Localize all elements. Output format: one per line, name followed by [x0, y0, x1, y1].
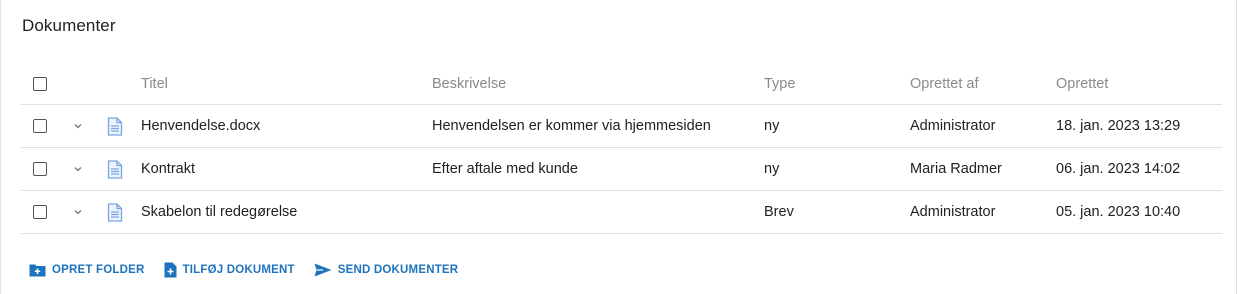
- row-title[interactable]: Kontrakt: [141, 148, 195, 190]
- chevron-down-icon[interactable]: [73, 148, 83, 190]
- row-created-by: Maria Radmer: [910, 161, 1002, 177]
- add-folder-icon: [29, 264, 46, 277]
- send-icon: [314, 263, 332, 277]
- row-description: Efter aftale med kunde: [432, 161, 578, 177]
- row-created: 06. jan. 2023 14:02: [1056, 161, 1181, 177]
- column-header-type[interactable]: Type: [764, 63, 795, 104]
- row-checkbox[interactable]: [33, 119, 47, 133]
- documents-panel: Dokumenter Titel Beskrivelse Type Oprett…: [0, 0, 1237, 294]
- row-title[interactable]: Skabelon til redegørelse: [141, 191, 297, 233]
- create-folder-button[interactable]: OPRET FOLDER: [29, 263, 145, 277]
- add-document-button[interactable]: TILFØJ DOKUMENT: [164, 262, 295, 278]
- column-header-description[interactable]: Beskrivelse: [432, 63, 506, 104]
- table-header: Titel Beskrivelse Type Oprettet af Opret…: [21, 63, 1222, 105]
- row-checkbox[interactable]: [33, 162, 47, 176]
- row-type: ny: [764, 118, 780, 134]
- column-header-created[interactable]: Oprettet: [1056, 63, 1108, 104]
- row-title[interactable]: Henvendelse.docx: [141, 105, 260, 147]
- add-document-icon: [164, 262, 176, 278]
- document-icon: [107, 105, 123, 147]
- row-created: 05. jan. 2023 10:40: [1056, 204, 1181, 220]
- create-folder-label: OPRET FOLDER: [52, 264, 145, 276]
- documents-table: Titel Beskrivelse Type Oprettet af Opret…: [21, 63, 1222, 234]
- document-icon: [107, 148, 123, 190]
- column-header-created-by[interactable]: Oprettet af: [910, 63, 979, 104]
- table-row[interactable]: Henvendelse.docx Henvendelsen er kommer …: [21, 105, 1222, 148]
- row-created: 18. jan. 2023 13:29: [1056, 118, 1181, 134]
- column-header-title[interactable]: Titel: [141, 63, 168, 104]
- row-type: Brev: [764, 204, 794, 220]
- chevron-down-icon[interactable]: [73, 105, 83, 147]
- table-row[interactable]: Skabelon til redegørelse Brev Administra…: [21, 191, 1222, 234]
- row-created-by: Administrator: [910, 118, 996, 134]
- row-type: ny: [764, 161, 780, 177]
- add-document-label: TILFØJ DOKUMENT: [182, 264, 295, 276]
- row-checkbox[interactable]: [33, 205, 47, 219]
- select-all-checkbox[interactable]: [33, 76, 47, 91]
- row-created-by: Administrator: [910, 204, 996, 220]
- action-bar: OPRET FOLDER TILFØJ DOKUMENT SEND DOKUME…: [29, 262, 477, 278]
- send-documents-button[interactable]: SEND DOKUMENTER: [314, 263, 459, 277]
- panel-title: Dokumenter: [22, 16, 116, 35]
- row-description: Henvendelsen er kommer via hjemmesiden: [432, 118, 711, 134]
- table-row[interactable]: Kontrakt Efter aftale med kunde ny Maria…: [21, 148, 1222, 191]
- document-icon: [107, 191, 123, 233]
- send-documents-label: SEND DOKUMENTER: [337, 264, 459, 276]
- chevron-down-icon[interactable]: [73, 191, 83, 233]
